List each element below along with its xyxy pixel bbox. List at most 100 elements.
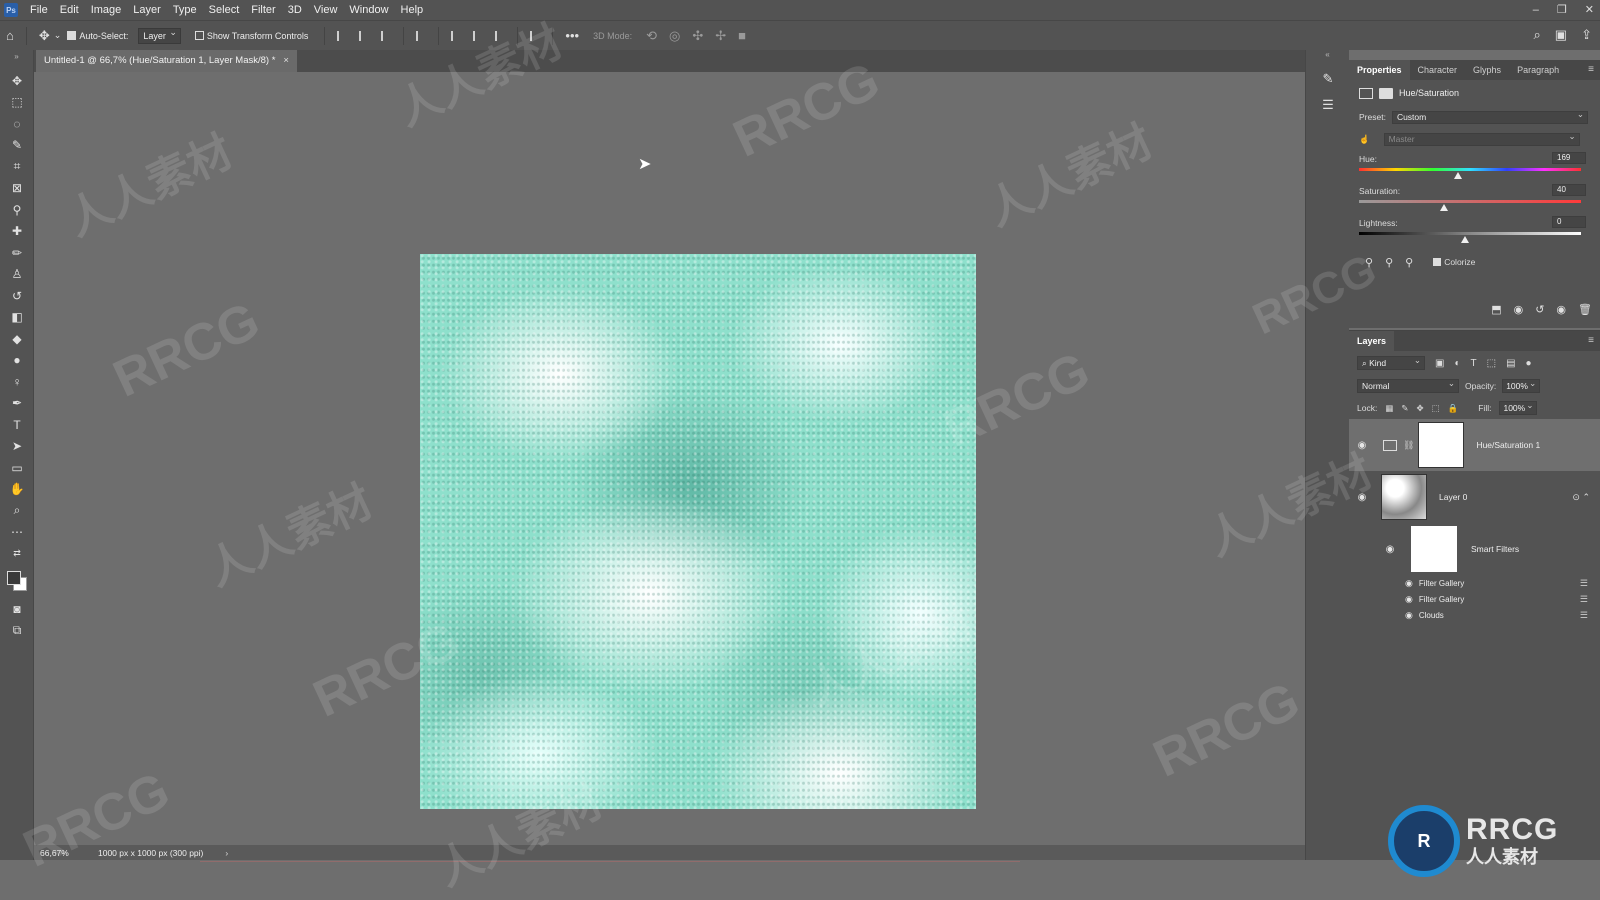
filter-type-icon[interactable]: T (1471, 358, 1477, 369)
close-tab-icon[interactable]: × (283, 50, 289, 72)
layer-thumbnail[interactable] (1381, 474, 1427, 520)
clone-stamp-tool-icon[interactable]: ♙ (0, 264, 34, 286)
menu-file[interactable]: File (24, 0, 54, 20)
dodge-tool-icon[interactable]: ♀ (0, 371, 34, 393)
rectangle-tool-icon[interactable]: ▭ (0, 457, 34, 479)
align-right-icon[interactable] (381, 30, 391, 41)
menu-image[interactable]: Image (85, 0, 128, 20)
slide-3d-icon[interactable]: ✢ (715, 28, 726, 44)
share-icon[interactable]: ⇪ (1581, 27, 1592, 43)
screen-mode-icon[interactable]: ⧉ (0, 620, 34, 642)
adjustments-icon[interactable]: ☰ (1306, 92, 1350, 118)
more-options-icon[interactable]: ••• (565, 28, 579, 43)
layer-mask-icon[interactable] (1379, 87, 1393, 99)
eraser-tool-icon[interactable]: ◧ (0, 307, 34, 329)
lock-artboard-icon[interactable]: ⬚ (1432, 403, 1440, 414)
orbit-3d-icon[interactable]: ⟲ (646, 28, 657, 44)
foreground-color-swatch[interactable] (7, 570, 21, 585)
home-icon[interactable]: ⌂ (6, 28, 14, 43)
document-canvas[interactable] (420, 254, 976, 809)
align-left-icon[interactable] (337, 30, 347, 41)
search-icon[interactable]: ⌕ (1534, 27, 1541, 43)
menu-type[interactable]: Type (167, 0, 203, 20)
restore-icon[interactable]: ❐ (1557, 0, 1567, 20)
tab-character[interactable]: Character (1410, 60, 1466, 80)
menu-help[interactable]: Help (395, 0, 430, 20)
collapse-toolbar-icon[interactable]: » (0, 50, 33, 70)
swap-colors-icon[interactable]: ⇄ (0, 543, 34, 565)
lightness-input[interactable]: 0 (1552, 216, 1586, 228)
blending-options-icon[interactable]: ☰ (1580, 594, 1588, 605)
delete-icon[interactable]: 🗑 (1578, 303, 1592, 316)
frame-tool-icon[interactable]: ⊠ (0, 178, 34, 200)
blending-options-icon[interactable]: ☰ (1580, 578, 1588, 589)
hue-track[interactable] (1359, 168, 1581, 171)
edit-toolbar-icon[interactable]: ⋯ (0, 522, 34, 544)
marquee-tool-icon[interactable]: ⬚ (0, 92, 34, 114)
visibility-icon[interactable]: ◉ (1556, 303, 1566, 316)
visibility-eye-icon[interactable]: ◉ (1377, 544, 1403, 555)
align-middle-icon[interactable] (473, 30, 483, 41)
filter-kind-select[interactable]: ⌕ Kind (1357, 354, 1425, 370)
align-center-icon[interactable] (359, 30, 369, 41)
filter-name[interactable]: Filter Gallery (1419, 595, 1464, 604)
lock-all-icon[interactable]: 🔒 (1448, 403, 1459, 414)
align-top-icon[interactable] (451, 30, 461, 41)
roll-3d-icon[interactable]: ◎ (669, 28, 680, 44)
view-previous-icon[interactable]: ◉ (1514, 303, 1524, 316)
filter-toggle-icon[interactable]: ● (1526, 358, 1532, 369)
healing-brush-tool-icon[interactable]: ✚ (0, 221, 34, 243)
clip-to-layer-icon[interactable]: ⬒ (1491, 303, 1501, 316)
pen-tool-icon[interactable]: ✒ (0, 393, 34, 415)
visibility-eye-icon[interactable]: ◉ (1405, 610, 1413, 621)
distribute-vertical-icon[interactable] (530, 30, 540, 41)
panel-menu-icon[interactable]: ≡ (1588, 331, 1594, 351)
filter-name[interactable]: Filter Gallery (1419, 579, 1464, 588)
visibility-eye-icon[interactable]: ◉ (1405, 594, 1413, 605)
filter-smart-object-icon[interactable]: ▤ (1506, 358, 1515, 369)
eyedropper-icon[interactable]: ⚲ (1365, 256, 1373, 269)
lasso-tool-icon[interactable]: ◌ (0, 113, 34, 135)
quick-mask-icon[interactable]: ◙ (0, 599, 34, 621)
auto-select-checkbox[interactable] (67, 31, 77, 40)
zoom-tool-icon[interactable]: ⌕ (0, 500, 34, 522)
hue-saturation-icon[interactable] (1359, 87, 1373, 99)
fill-input[interactable]: 100% (1499, 399, 1538, 415)
minimize-icon[interactable]: – (1533, 0, 1539, 20)
eyedropper-minus-icon[interactable]: ⚲ (1405, 256, 1413, 269)
visibility-eye-icon[interactable]: ◉ (1349, 492, 1375, 503)
collapse-dock-icon[interactable]: « (1306, 50, 1349, 66)
hue-slider-thumb[interactable] (1454, 172, 1462, 179)
reset-icon[interactable]: ↺ (1535, 303, 1544, 316)
smart-filter-toggle-icon[interactable]: ⊙ ⌃ (1572, 492, 1590, 503)
colorize-checkbox[interactable] (1433, 258, 1442, 266)
distribute-icon[interactable] (416, 30, 426, 41)
lock-transparent-icon[interactable]: ▦ (1385, 403, 1393, 414)
canvas-workspace[interactable]: ➤ (34, 72, 1305, 845)
align-bottom-icon[interactable] (495, 30, 505, 41)
layer-row-layer-0[interactable]: ◉ Layer 0 ⊙ ⌃ (1349, 471, 1600, 523)
channel-select[interactable]: Master (1383, 131, 1580, 146)
history-brush-tool-icon[interactable]: ↺ (0, 285, 34, 307)
panel-menu-icon[interactable]: ≡ (1588, 60, 1594, 80)
lightness-slider-thumb[interactable] (1461, 236, 1469, 243)
filter-shape-icon[interactable]: ⬚ (1487, 358, 1496, 369)
target-adjustment-icon[interactable]: ☝ (1359, 134, 1370, 145)
path-selection-tool-icon[interactable]: ➤ (0, 436, 34, 458)
filter-item[interactable]: ◉ Filter Gallery ☰ (1349, 575, 1600, 591)
eyedropper-plus-icon[interactable]: ⚲ (1385, 256, 1393, 269)
blend-mode-select[interactable]: Normal (1357, 377, 1459, 393)
move-tool-icon[interactable]: ✥ (0, 70, 34, 92)
drag-3d-icon[interactable]: ✣ (692, 28, 703, 44)
document-tab[interactable]: Untitled-1 @ 66,7% (Hue/Saturation 1, La… (36, 50, 297, 72)
crop-tool-icon[interactable]: ⌗ (0, 156, 34, 178)
quick-selection-tool-icon[interactable]: ✎ (0, 135, 34, 157)
menu-filter[interactable]: Filter (245, 0, 281, 20)
close-window-icon[interactable]: ✕ (1585, 0, 1594, 20)
menu-3d[interactable]: 3D (282, 0, 308, 20)
filter-item[interactable]: ◉ Clouds ☰ (1349, 607, 1600, 623)
type-tool-icon[interactable]: T (0, 414, 34, 436)
lock-position-icon[interactable]: ✥ (1416, 403, 1423, 414)
saturation-input[interactable]: 40 (1552, 184, 1586, 196)
tab-paragraph[interactable]: Paragraph (1509, 60, 1567, 80)
